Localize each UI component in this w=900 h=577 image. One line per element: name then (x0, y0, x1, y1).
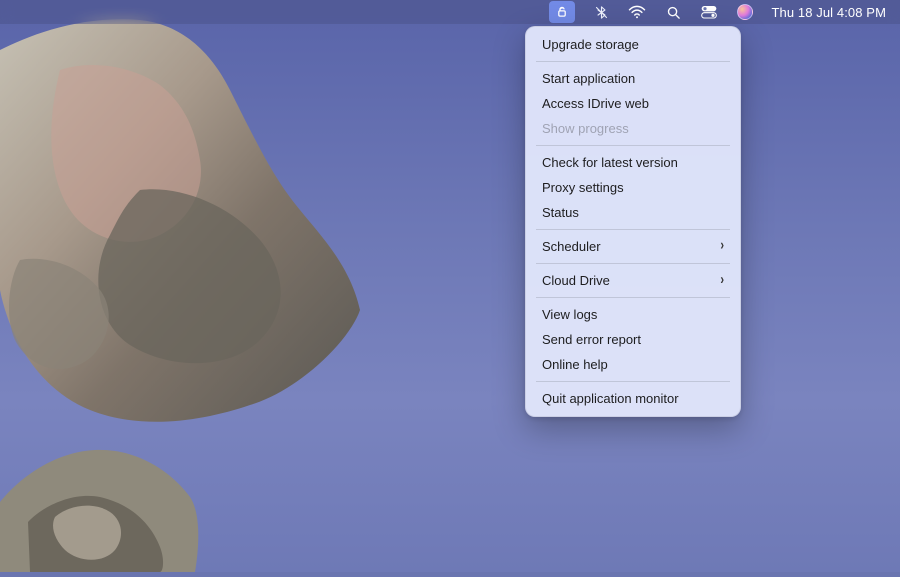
menu-item[interactable]: Access IDrive web (526, 91, 740, 116)
menu-item[interactable]: Proxy settings (526, 175, 740, 200)
menu-item-label: Online help (542, 356, 608, 373)
menu-item: Show progress (526, 116, 740, 141)
menu-item-label: Access IDrive web (542, 95, 649, 112)
menu-item[interactable]: Quit application monitor (526, 386, 740, 411)
bluetooth-off-icon[interactable] (591, 2, 611, 22)
menu-item-label: Scheduler (542, 238, 601, 255)
menu-item[interactable]: Check for latest version (526, 150, 740, 175)
menu-item[interactable]: Online help (526, 352, 740, 377)
menu-item[interactable]: Upgrade storage (526, 32, 740, 57)
menu-bar: Thu 18 Jul 4:08 PM (0, 0, 900, 24)
menu-separator (536, 381, 730, 382)
wifi-icon[interactable] (627, 2, 647, 22)
idrive-menu-dropdown: Upgrade storage Start application Access I… (525, 26, 741, 417)
menu-separator (536, 61, 730, 62)
menu-item[interactable]: Status (526, 200, 740, 225)
chevron-right-icon: › (720, 235, 724, 257)
menu-bar-clock[interactable]: Thu 18 Jul 4:08 PM (771, 5, 886, 20)
menu-item-label: Show progress (542, 120, 629, 137)
menu-separator (536, 145, 730, 146)
menu-item-label: Send error report (542, 331, 641, 348)
menu-item[interactable]: Send error report (526, 327, 740, 352)
menu-item[interactable]: Cloud Drive › (526, 268, 740, 293)
menu-item[interactable]: View logs (526, 302, 740, 327)
control-center-icon[interactable] (699, 2, 719, 22)
menu-item-label: Upgrade storage (542, 36, 639, 53)
menu-separator (536, 263, 730, 264)
menu-separator (536, 297, 730, 298)
menu-item[interactable]: Scheduler › (526, 234, 740, 259)
siri-icon[interactable] (735, 2, 755, 22)
menu-item-label: Start application (542, 70, 635, 87)
menu-item-label: Check for latest version (542, 154, 678, 171)
menu-separator (536, 229, 730, 230)
menu-item-label: Quit application monitor (542, 390, 679, 407)
chevron-right-icon: › (720, 269, 724, 291)
wallpaper-rock-small (0, 422, 200, 572)
idrive-menubar-icon[interactable] (549, 1, 575, 23)
menu-item[interactable]: Start application (526, 66, 740, 91)
menu-item-label: Proxy settings (542, 179, 624, 196)
menu-item-label: View logs (542, 306, 597, 323)
menu-item-label: Status (542, 204, 579, 221)
spotlight-search-icon[interactable] (663, 2, 683, 22)
wallpaper-rock-large (0, 10, 360, 430)
menu-item-label: Cloud Drive (542, 272, 610, 289)
